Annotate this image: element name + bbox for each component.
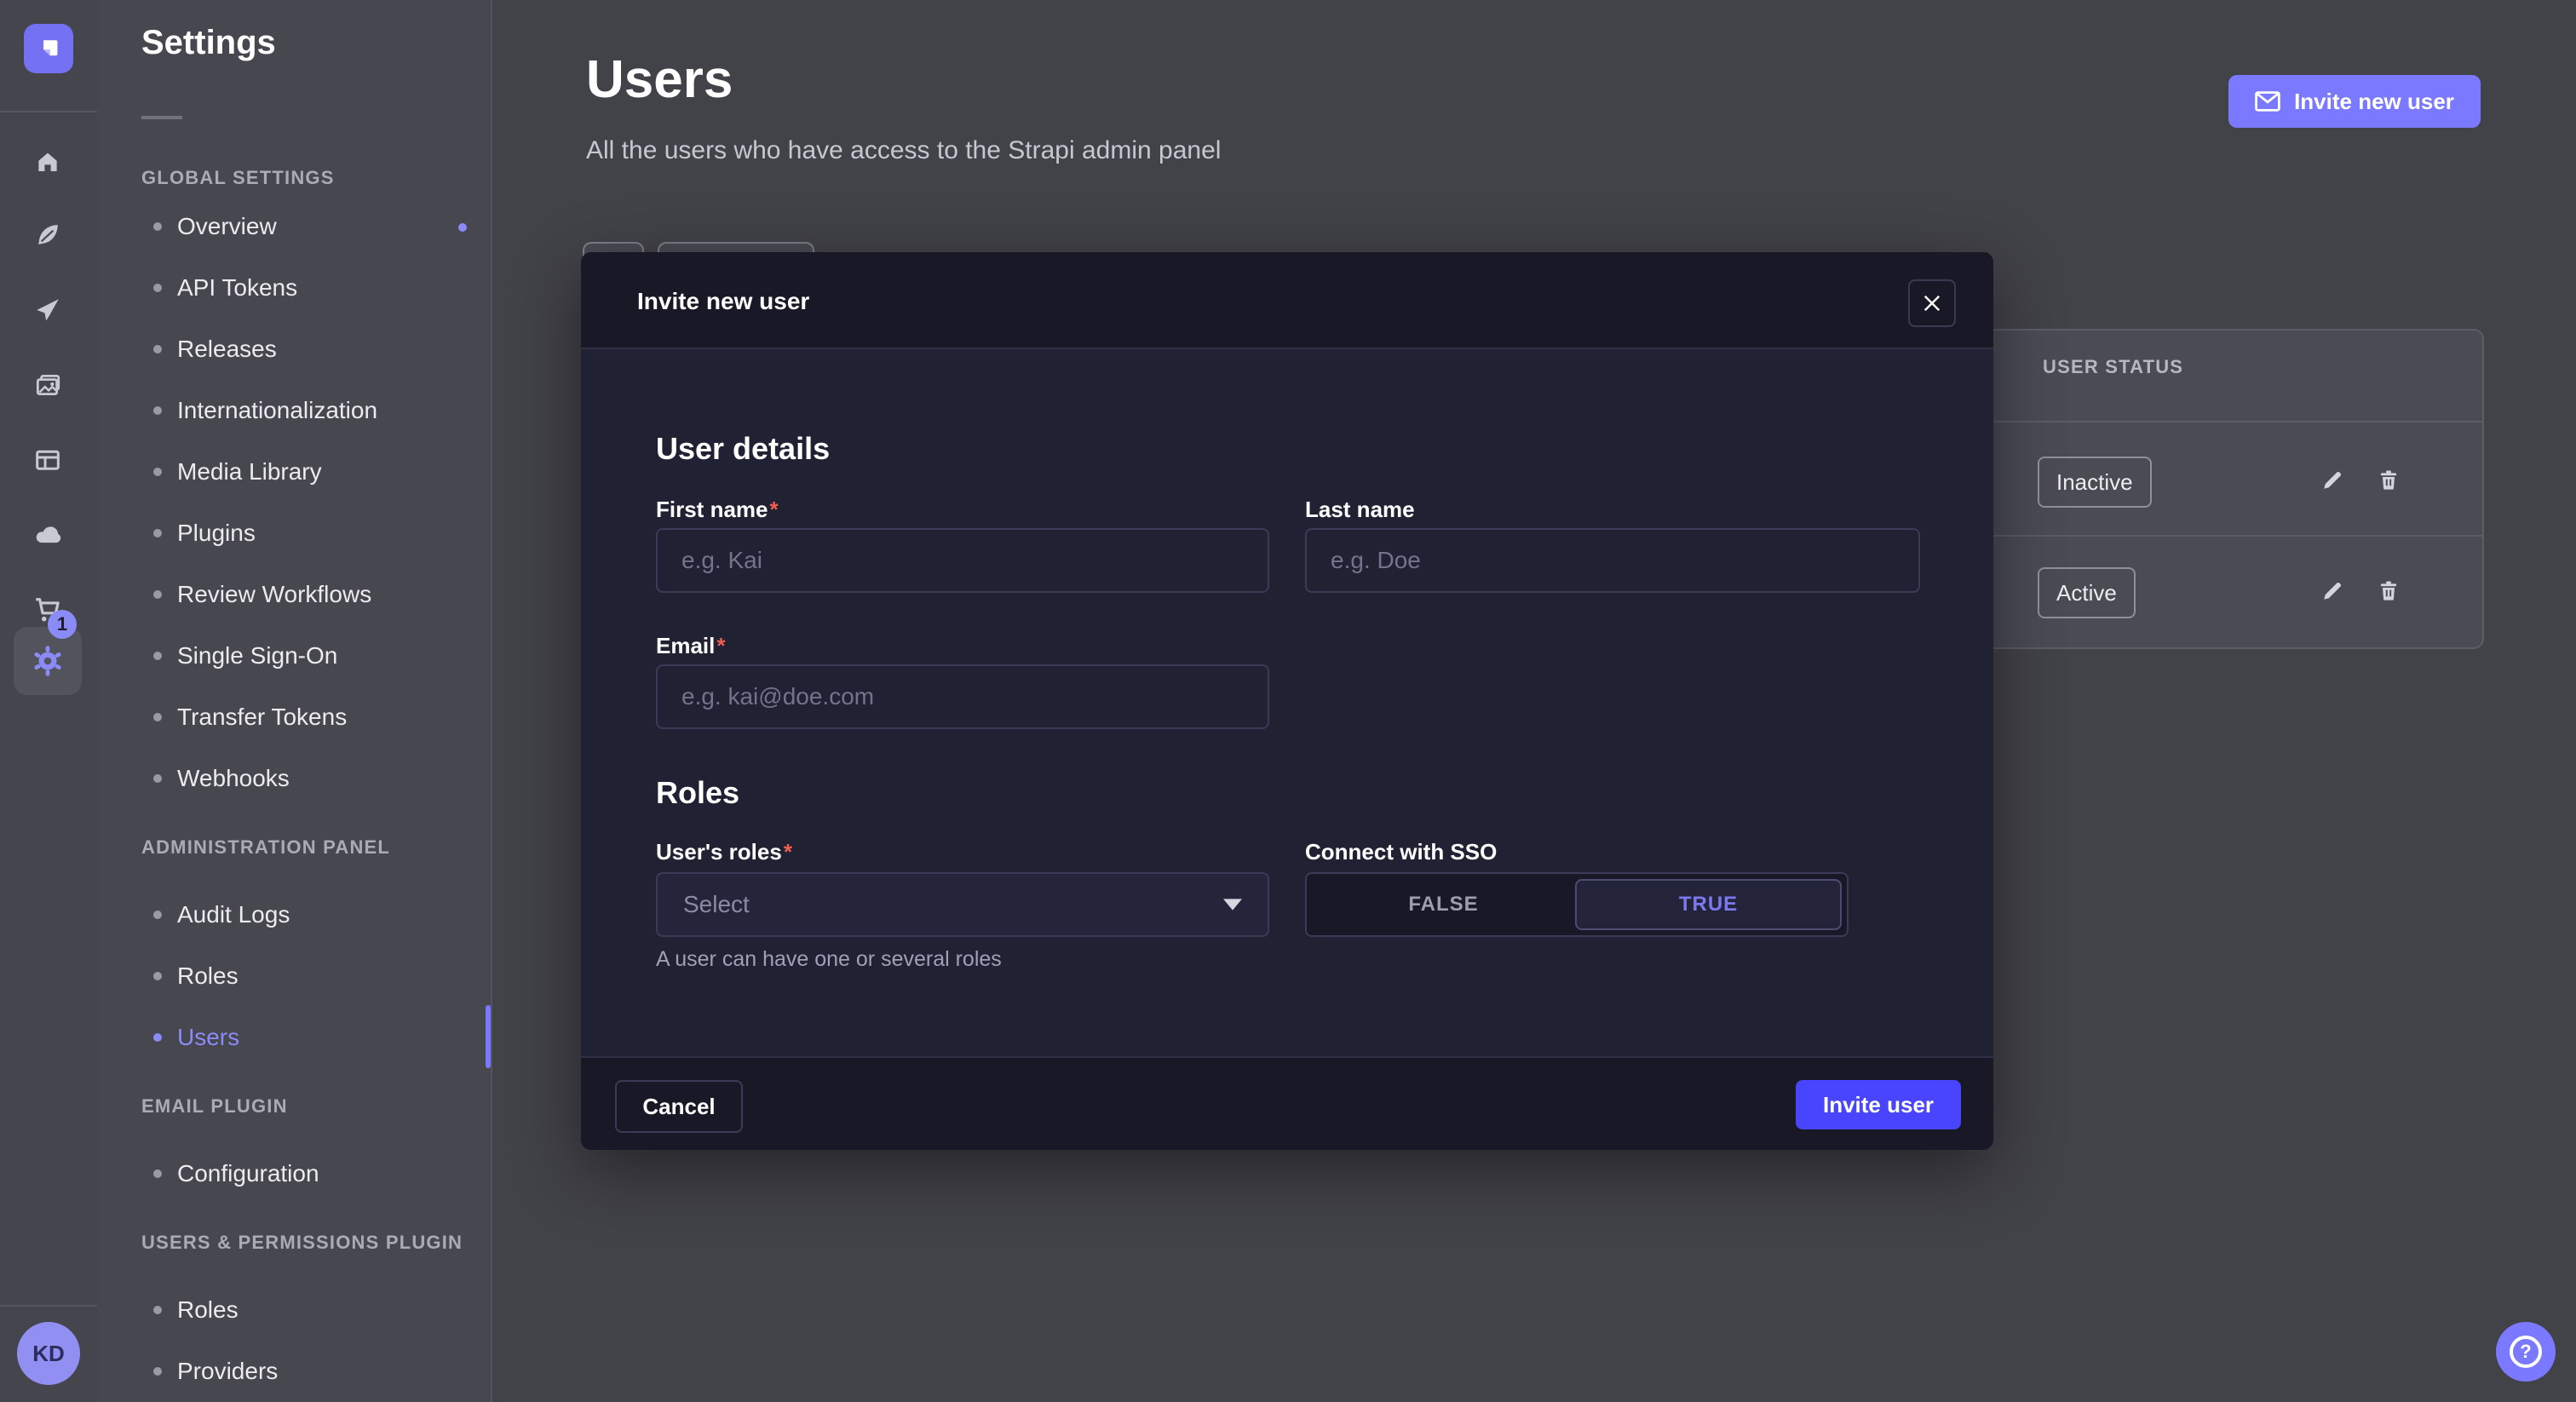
page-title: Users	[586, 49, 733, 110]
status-badge: Inactive	[2038, 457, 2152, 508]
modal-header: Invite new user	[581, 252, 1993, 349]
bullet	[153, 1367, 162, 1376]
users-roles-label: User's roles*	[656, 835, 792, 866]
bullet	[153, 1306, 162, 1314]
bullet	[153, 468, 162, 476]
email-label: Email*	[656, 629, 726, 660]
sidebar-item-overview[interactable]: Overview	[153, 211, 277, 242]
subnav-title: Settings	[141, 24, 276, 62]
sidebar-item-review-workflows[interactable]: Review Workflows	[153, 579, 371, 610]
bullet	[153, 222, 162, 231]
sidebar-item-plugins[interactable]: Plugins	[153, 518, 256, 549]
sidebar-item-configuration[interactable]: Configuration	[153, 1158, 319, 1189]
bullet	[153, 529, 162, 537]
roles-heading: Roles	[656, 775, 739, 811]
sidebar-item-webhooks[interactable]: Webhooks	[153, 763, 290, 794]
edit-icon[interactable]	[2317, 567, 2348, 615]
email-input[interactable]	[656, 664, 1269, 729]
content-type-builder-plane-icon[interactable]	[14, 276, 82, 344]
roles-helper-text: A user can have one or several roles	[656, 947, 1002, 972]
envelope-icon	[2255, 91, 2280, 112]
bullet	[153, 652, 162, 660]
sso-toggle: FALSE TRUE	[1305, 872, 1849, 937]
bullet	[153, 911, 162, 919]
settings-subnav: Settings GLOBAL SETTINGS Overview API To…	[97, 0, 492, 1402]
sso-true-option[interactable]: TRUE	[1575, 879, 1842, 930]
sidebar-item-releases[interactable]: Releases	[153, 334, 277, 365]
settings-notification-badge: 1	[48, 610, 77, 639]
avatar[interactable]: KD	[17, 1322, 80, 1385]
sidebar-item-single-sign-on[interactable]: Single Sign-On	[153, 641, 337, 671]
required-asterisk: *	[784, 839, 792, 865]
section-users-permissions-plugin: USERS & PERMISSIONS PLUGIN	[141, 1232, 463, 1254]
sidebar-item-admin-roles[interactable]: Roles	[153, 961, 239, 991]
delete-icon[interactable]	[2373, 457, 2404, 504]
last-name-input[interactable]	[1305, 528, 1920, 593]
required-asterisk: *	[770, 497, 779, 522]
users-roles-select[interactable]: Select	[656, 872, 1269, 937]
invite-user-submit-button[interactable]: Invite user	[1796, 1080, 1961, 1129]
bullet	[153, 1169, 162, 1178]
strapi-admin: 1 KD Settings GLOBAL SETTINGS Overview A…	[0, 0, 2576, 1402]
chevron-down-icon	[1223, 899, 1242, 911]
sidebar-item-users[interactable]: Users	[153, 1022, 239, 1053]
strapi-logo-icon	[34, 34, 63, 63]
question-icon: ?	[2510, 1336, 2542, 1368]
bullet	[153, 406, 162, 415]
close-button[interactable]	[1908, 279, 1956, 327]
bullet	[153, 284, 162, 292]
first-name-label: First name*	[656, 492, 779, 524]
rail-divider-bottom	[0, 1305, 97, 1307]
active-item-indicator	[486, 1005, 491, 1068]
settings-gear-icon[interactable]	[14, 627, 82, 695]
bullet	[153, 1033, 162, 1042]
bullet	[153, 972, 162, 980]
sso-label: Connect with SSO	[1305, 835, 1497, 866]
media-library-icon[interactable]	[14, 351, 82, 419]
sidebar-item-audit-logs[interactable]: Audit Logs	[153, 899, 290, 930]
section-administration-panel: ADMINISTRATION PANEL	[141, 836, 390, 859]
sidebar-item-media-library[interactable]: Media Library	[153, 457, 322, 487]
section-global-settings: GLOBAL SETTINGS	[141, 167, 335, 189]
required-asterisk: *	[716, 633, 725, 658]
bullet	[153, 590, 162, 599]
sidebar-item-api-tokens[interactable]: API Tokens	[153, 273, 297, 303]
table-divider	[1978, 535, 2482, 537]
title-underline	[141, 116, 182, 119]
cancel-button[interactable]: Cancel	[615, 1080, 743, 1133]
sidebar-item-up-roles[interactable]: Roles	[153, 1295, 239, 1325]
modal-title: Invite new user	[637, 288, 809, 315]
delete-icon[interactable]	[2373, 567, 2404, 615]
sidebar-item-transfer-tokens[interactable]: Transfer Tokens	[153, 702, 347, 733]
status-badge: Active	[2038, 567, 2136, 618]
strapi-logo[interactable]	[24, 24, 73, 73]
close-icon	[1923, 294, 1941, 313]
user-status-column-header: USER STATUS	[2043, 356, 2183, 378]
bullet	[153, 345, 162, 353]
overview-notification-dot	[458, 223, 467, 232]
sso-false-option[interactable]: FALSE	[1312, 879, 1575, 930]
invite-new-user-modal: Invite new user User details First name*…	[581, 252, 1993, 1150]
rail-divider	[0, 111, 97, 112]
first-name-input[interactable]	[656, 528, 1269, 593]
layout-panel-icon[interactable]	[14, 426, 82, 494]
bullet	[153, 774, 162, 783]
table-divider	[1978, 421, 2482, 422]
home-icon[interactable]	[14, 128, 82, 196]
page-subtitle: All the users who have access to the Str…	[586, 136, 1221, 165]
sidebar-item-internationalization[interactable]: Internationalization	[153, 395, 377, 426]
user-details-heading: User details	[656, 431, 830, 467]
last-name-label: Last name	[1305, 492, 1415, 524]
help-button[interactable]: ?	[2496, 1322, 2556, 1382]
section-email-plugin: EMAIL PLUGIN	[141, 1095, 288, 1118]
sidebar-item-providers[interactable]: Providers	[153, 1356, 278, 1387]
invite-new-user-button[interactable]: Invite new user	[2228, 75, 2481, 128]
icon-rail: 1 KD	[0, 0, 99, 1402]
cloud-icon[interactable]	[14, 501, 82, 569]
bullet	[153, 713, 162, 721]
edit-icon[interactable]	[2317, 457, 2348, 504]
modal-footer: Cancel Invite user	[581, 1056, 1993, 1150]
users-table-panel: USER STATUS Inactive Active	[1976, 329, 2484, 649]
content-manager-feather-icon[interactable]	[14, 201, 82, 269]
